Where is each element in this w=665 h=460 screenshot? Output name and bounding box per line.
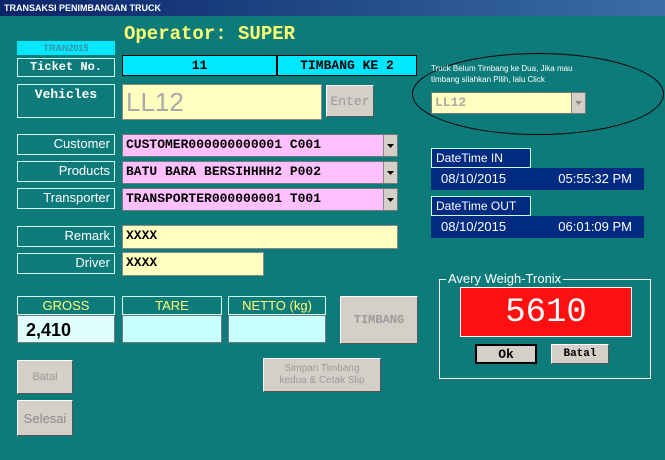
netto-label: NETTO (kg) [228,296,326,315]
datetime-in-time: 05:55:32 PM [558,171,632,186]
products-label: Products [17,161,115,182]
datetime-out-date: 08/10/2015 [441,219,507,234]
enter-button[interactable]: Enter [326,85,374,117]
pending-truck-select[interactable]: LL12 [431,92,586,114]
gross-value: 2,410 [17,315,115,343]
batal-button[interactable]: Batal [17,360,73,394]
transporter-value: TRANSPORTER000000001 T001 [126,191,322,206]
pending-truck-hint: Truck Belum Timbang ke Dua, Jika mau tim… [431,64,573,84]
customer-value: CUSTOMER000000000001 C001 [126,137,322,152]
pending-truck-value: LL12 [435,95,467,110]
remark-input[interactable]: XXXX [122,225,398,249]
products-value: BATU BARA BERSIHHHH2 P002 [126,164,322,179]
transaction-window: TRANSAKSI PENIMBANGAN TRUCK TRAN2015 Ope… [0,0,665,460]
datetime-out-label: DateTime OUT [431,196,531,216]
datetime-in-value: 08/10/2015 05:55:32 PM [431,168,644,190]
chevron-down-icon[interactable] [383,189,397,210]
remark-label: Remark [17,226,115,247]
customer-label: Customer [17,134,115,155]
netto-value [228,315,326,343]
driver-label: Driver [17,253,115,274]
datetime-out-value: 08/10/2015 06:01:09 PM [431,216,644,238]
simpan-cetak-button[interactable]: Simpan Timbang kedua & Cetak Slip [263,358,381,392]
form-code: TRAN2015 [17,41,115,55]
datetime-in-label: DateTime IN [431,148,531,168]
vehicles-label: Vehicles [17,84,115,118]
datetime-in-date: 08/10/2015 [441,171,507,186]
driver-input[interactable]: XXXX [122,252,264,276]
vehicle-input[interactable]: LL12 [122,84,322,120]
scale-reading: 5610 [460,287,632,337]
window-title: TRANSAKSI PENIMBANGAN TRUCK [0,0,665,16]
scale-title: Avery Weigh-Tronix [446,271,564,287]
chevron-down-icon[interactable] [383,135,397,156]
products-select[interactable]: BATU BARA BERSIHHHH2 P002 [122,161,398,184]
chevron-down-icon[interactable] [383,162,397,183]
selesai-button[interactable]: Selesai [17,400,73,436]
gross-label: GROSS [17,296,115,315]
transporter-select[interactable]: TRANSPORTER000000001 T001 [122,188,398,211]
tare-label: TARE [122,296,222,315]
chevron-down-icon[interactable] [571,93,585,113]
ok-button[interactable]: Ok [475,344,537,364]
operator-label: Operator: SUPER [124,23,296,45]
transporter-label: Transporter [17,188,115,209]
timbang-button[interactable]: TIMBANG [340,296,418,344]
datetime-out-time: 06:01:09 PM [558,219,632,234]
timbang-ke: TIMBANG KE 2 [277,55,417,76]
ticket-label: Ticket No. [17,58,115,77]
customer-select[interactable]: CUSTOMER000000000001 C001 [122,134,398,157]
ticket-number: 11 [122,55,277,76]
tare-value [122,315,222,343]
scale-cancel-button[interactable]: Batal [551,344,609,364]
